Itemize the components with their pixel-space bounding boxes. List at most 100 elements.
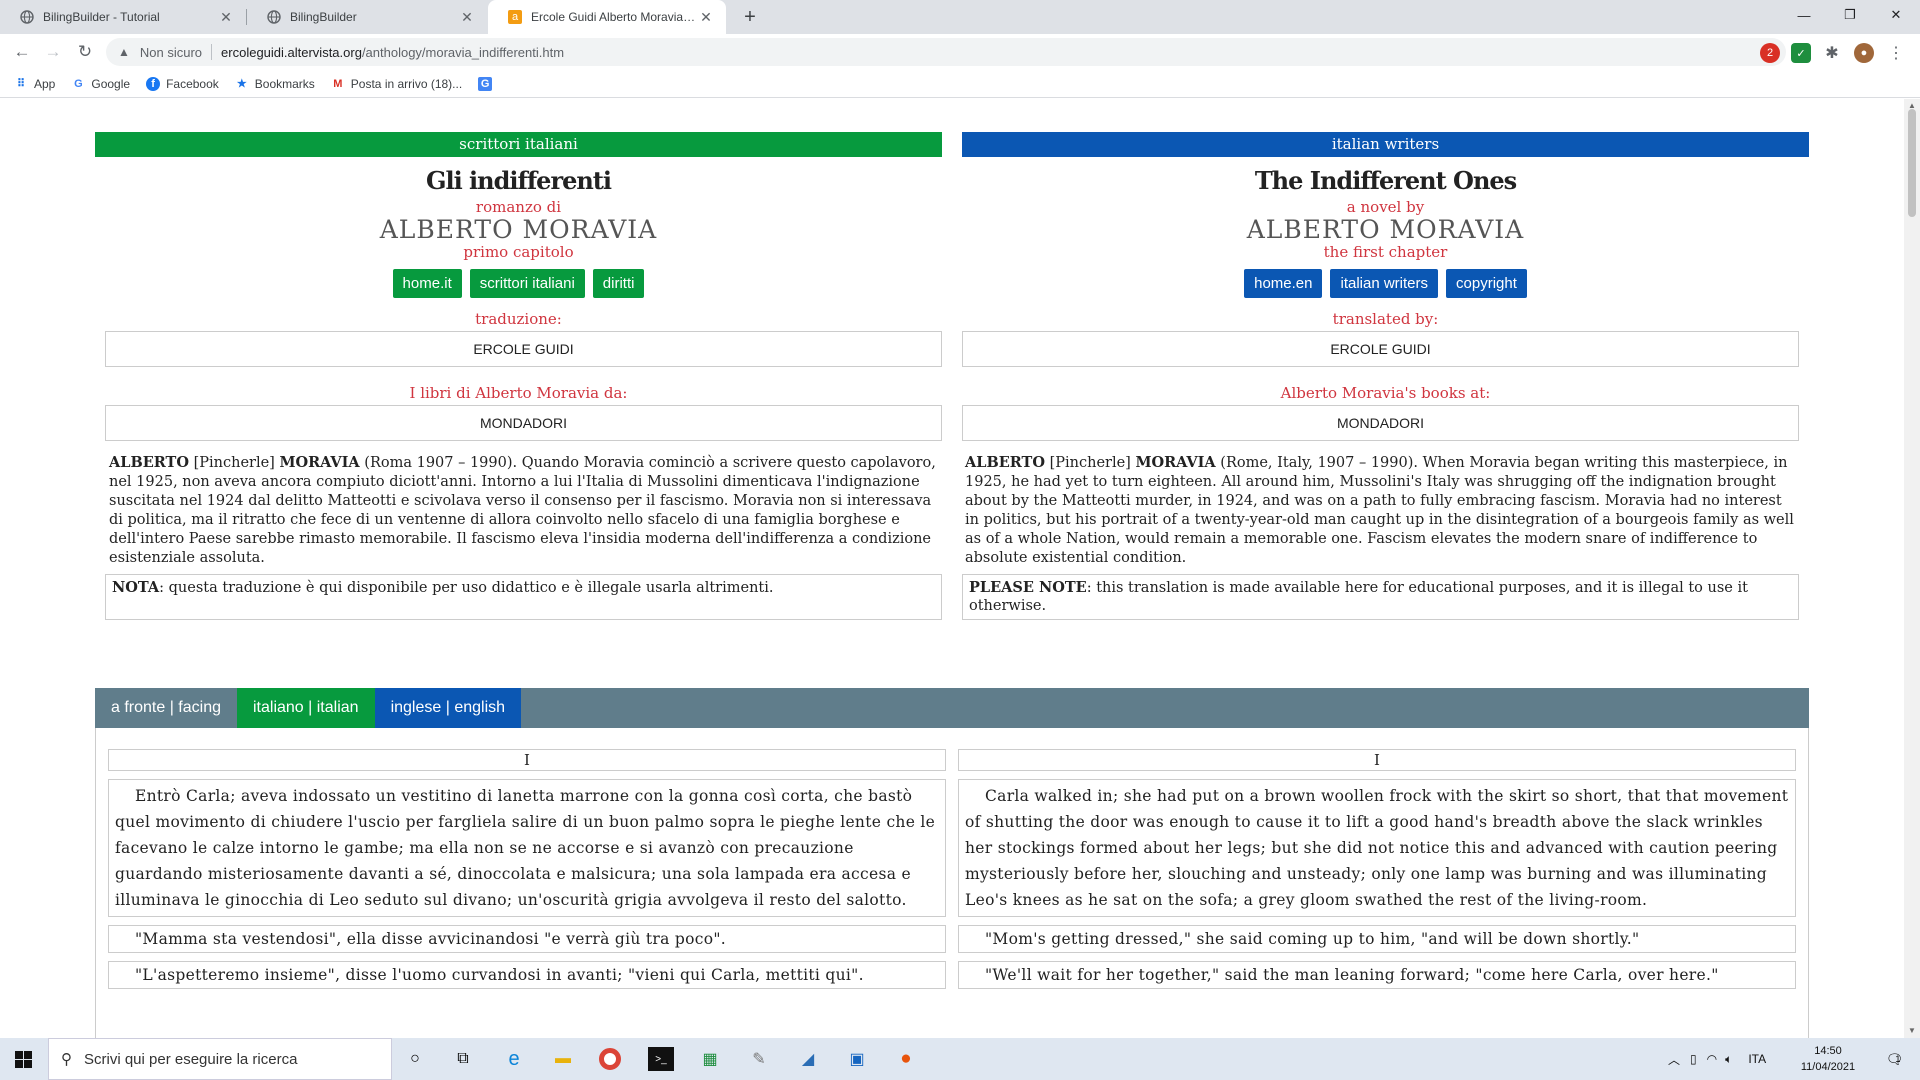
browser-tab-2[interactable]: BilingBuilder ✕ (247, 0, 487, 34)
bookmark-apps[interactable]: ⠿ App (14, 77, 55, 91)
scrittori-italiani-button[interactable]: scrittori italiani (469, 269, 585, 298)
english-column: italian writers The Indifferent Ones a n… (962, 132, 1809, 620)
volume-icon[interactable]: 🔈︎ (1725, 1052, 1732, 1067)
english-text-column: I Carla walked in; she had put on a brow… (958, 728, 1796, 989)
bookmark-facebook[interactable]: f Facebook (146, 76, 219, 91)
shield-icon[interactable]: ✓ (1791, 43, 1811, 63)
new-tab-button[interactable]: + (737, 0, 763, 34)
taskbar-search[interactable]: ⚲ Scrivi qui per eseguire la ricerca (48, 1038, 392, 1080)
language-indicator[interactable]: ITA (1748, 1052, 1766, 1066)
device-icon[interactable]: ▯ (1690, 1052, 1697, 1066)
subtitle: a novel by (1346, 198, 1425, 216)
bookmark-google[interactable]: G Google (71, 77, 130, 91)
paragraph: "L'aspetteremo insieme", disse l'uomo cu… (108, 961, 946, 989)
close-tab-icon[interactable]: ✕ (218, 9, 234, 26)
vertical-scrollbar[interactable]: ▲ ▼ (1904, 99, 1920, 1038)
author-name: ALBERTO MORAVIA (1246, 215, 1525, 244)
security-label[interactable]: Non sicuro (140, 45, 202, 60)
bookmark-label: Bookmarks (254, 76, 315, 91)
globe-icon (267, 10, 281, 24)
forward-icon[interactable]: → (41, 40, 65, 64)
view-tabs: a fronte | facing italiano | italian ing… (95, 688, 1809, 728)
extension-badge-icon[interactable]: 2 (1760, 43, 1780, 63)
clock[interactable]: 14:50 11/04/2021 (1798, 1043, 1858, 1075)
tab-english[interactable]: inglese | english (374, 688, 522, 728)
bookmark-bookmarks[interactable]: ★ Bookmarks (235, 77, 315, 91)
home-en-button[interactable]: home.en (1244, 269, 1323, 298)
windows-start-icon[interactable] (0, 1038, 46, 1080)
bio-text: (Rome, Italy, 1907 – 1990). When Moravia… (965, 455, 1794, 566)
address-bar[interactable]: ▲ Non sicuro ercoleguidi.altervista.org … (106, 38, 1786, 66)
scroll-down-icon[interactable]: ▼ (1904, 1024, 1920, 1038)
puzzle-icon[interactable]: ✱ (1822, 43, 1842, 63)
feather-icon[interactable]: ✎ (746, 1047, 772, 1071)
firefox-icon[interactable]: ● (893, 1047, 919, 1071)
chrome-icon[interactable] (599, 1048, 621, 1070)
file-explorer-icon[interactable]: ▬ (550, 1047, 576, 1071)
system-tray: ︿ ▯ ◠ 🔈︎ ITA (1668, 1038, 1766, 1080)
browser-tab-active[interactable]: a Ercole Guidi Alberto Moravia - Gl ✕ (488, 0, 726, 34)
chapter-note: primo capitolo (463, 243, 574, 261)
tab-strip: BilingBuilder - Tutorial ✕ BilingBuilder… (0, 0, 1920, 34)
tab-title: Ercole Guidi Alberto Moravia - Gl (531, 10, 698, 24)
bookmark-translate[interactable]: G (478, 76, 498, 91)
app-icon[interactable]: ◢ (795, 1047, 821, 1071)
gmail-icon: M (333, 77, 343, 90)
diritti-button[interactable]: diritti (592, 269, 645, 298)
book-title: Gli indifferenti (425, 166, 612, 195)
tab-facing[interactable]: a fronte | facing (95, 688, 237, 728)
spreadsheet-icon[interactable]: ▦ (697, 1047, 723, 1071)
chevron-up-icon[interactable]: ︿ (1668, 1051, 1680, 1068)
back-icon[interactable]: ← (10, 40, 34, 64)
author-bio: ALBERTO [Pincherle] MORAVIA (Rome, Italy… (965, 453, 1798, 568)
terminal-icon[interactable]: >_ (648, 1047, 674, 1071)
italian-writers-button[interactable]: italian writers (1330, 269, 1439, 298)
web-page: scrittori italiani Gli indifferenti roma… (0, 99, 1904, 1038)
publisher-box[interactable]: MONDADORI (105, 405, 942, 441)
books-label: I libri di Alberto Moravia da: (409, 384, 628, 402)
nav-buttons: home.it scrittori italiani diritti (95, 269, 942, 298)
altervista-icon: a (508, 10, 522, 24)
scrollbar-thumb[interactable] (1908, 109, 1916, 217)
notification-icon[interactable]: 🗨︎ 1 (1880, 1047, 1906, 1071)
translate-icon: G (478, 76, 493, 91)
search-icon: ⚲ (61, 1051, 72, 1068)
restore-button[interactable]: ❐ (1827, 0, 1873, 30)
google-icon: G (74, 77, 83, 90)
search-placeholder: Scrivi qui per eseguire la ricerca (84, 1050, 298, 1068)
globe-icon (20, 10, 34, 24)
author-bio: ALBERTO [Pincherle] MORAVIA (Roma 1907 –… (109, 453, 942, 568)
tab-title: BilingBuilder (290, 10, 357, 24)
notification-count: 1 (1895, 1054, 1901, 1064)
note-text: : questa traduzione è qui disponibile pe… (159, 580, 774, 596)
cortana-icon[interactable]: ○ (402, 1047, 428, 1071)
publisher-box[interactable]: MONDADORI (962, 405, 1799, 441)
category-header: italian writers (962, 132, 1809, 157)
copyright-button[interactable]: copyright (1446, 269, 1527, 298)
avatar[interactable]: ● (1854, 43, 1874, 63)
browser-tab-1[interactable]: BilingBuilder - Tutorial ✕ (0, 0, 246, 34)
note-box: PLEASE NOTE: this translation is made av… (962, 574, 1799, 620)
close-tab-icon[interactable]: ✕ (698, 9, 714, 26)
bookmark-gmail[interactable]: M Posta in arrivo (18)... (331, 77, 462, 91)
wifi-icon[interactable]: ◠ (1707, 1052, 1717, 1066)
chapter-note: the first chapter (1323, 243, 1448, 261)
home-it-button[interactable]: home.it (392, 269, 462, 298)
note-label: NOTA (112, 579, 160, 596)
bookmark-label: Google (91, 76, 131, 91)
reload-icon[interactable]: ↻ (73, 40, 97, 64)
paragraph: Carla walked in; she had put on a brown … (958, 779, 1796, 917)
menu-icon[interactable]: ⋮ (1886, 43, 1906, 63)
star-icon: ★ (236, 78, 247, 90)
warning-icon[interactable]: ▲ (118, 45, 130, 59)
close-window-button[interactable]: ✕ (1873, 0, 1919, 30)
books-label: Alberto Moravia's books at: (1280, 384, 1491, 402)
edge-icon[interactable]: e (501, 1047, 527, 1071)
minimize-button[interactable]: — (1781, 0, 1827, 30)
note-label: PLEASE NOTE (969, 579, 1087, 596)
book-title: The Indifferent Ones (1254, 166, 1517, 195)
task-view-icon[interactable]: ⧉ (450, 1047, 476, 1071)
close-tab-icon[interactable]: ✕ (459, 9, 475, 26)
photos-icon[interactable]: ▣ (844, 1047, 870, 1071)
tab-italian[interactable]: italiano | italian (237, 688, 375, 728)
